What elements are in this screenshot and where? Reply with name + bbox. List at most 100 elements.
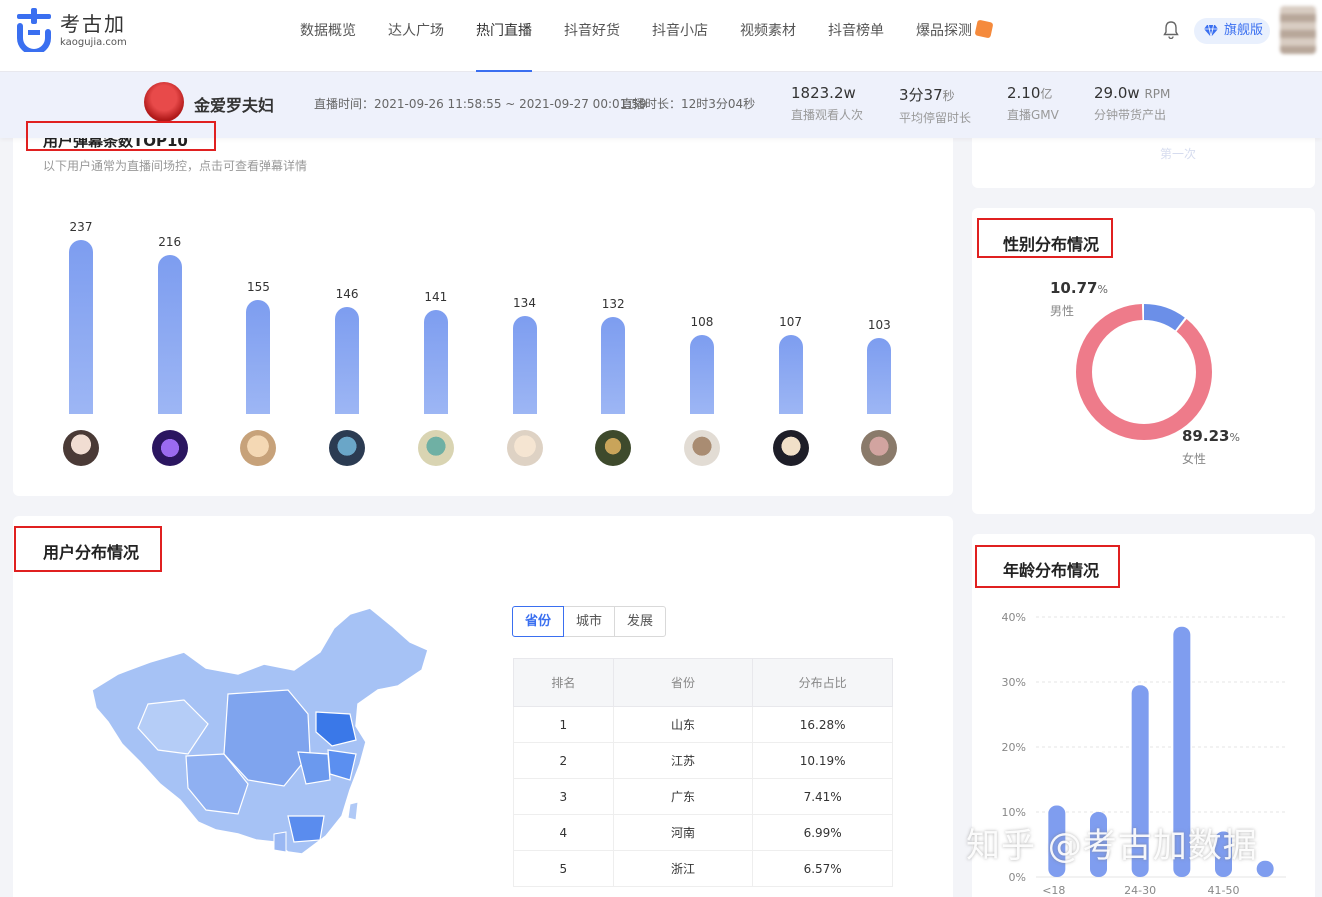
nav-item-rankings[interactable]: 抖音榜单	[828, 0, 884, 72]
stat-avg-stay-value: 3分37秒	[899, 86, 955, 104]
stat-avg-stay-label: 平均停留时长	[899, 111, 972, 125]
gender-male-value: 10.77%	[1050, 279, 1108, 297]
watermark-text: 知乎 @考古加数据	[966, 826, 1258, 866]
nav-item-shops[interactable]: 抖音小店	[652, 0, 708, 72]
tab-development[interactable]: 发展	[614, 606, 667, 637]
age-x-tick: 24-30	[1124, 884, 1156, 897]
highlight-box-danmu	[26, 121, 216, 151]
top-navbar: 考古加 kaogujia.com 数据概览 达人广场 热门直播 抖音好货 抖音小…	[0, 0, 1322, 72]
live-duration: 直播时长：12时3分04秒	[621, 97, 756, 111]
share-cell: 10.19%	[752, 742, 893, 779]
region-table: 排名 省份 分布占比 1 山东 16.28% 2 江苏 10.19% 3 广东 7.41% …	[513, 658, 893, 887]
stat-views-label: 直播观看人次	[791, 108, 864, 122]
danmu-bar-value: 141	[424, 290, 448, 305]
col-share[interactable]: 分布占比	[752, 658, 893, 707]
table-row: 3 广东 7.41%	[513, 778, 893, 815]
hot-badge-icon	[974, 19, 994, 39]
danmu-user-avatar[interactable]	[506, 430, 543, 466]
highlight-box-age	[975, 545, 1120, 588]
danmu-bar[interactable]	[601, 317, 626, 414]
nav-item-overview[interactable]: 数据概览	[300, 0, 356, 72]
danmu-bar[interactable]	[246, 300, 271, 414]
region-tabs: 省份 城市 发展	[512, 606, 667, 637]
danmu-user-avatar[interactable]	[683, 430, 720, 466]
host-name[interactable]: 金爱罗夫妇	[194, 92, 274, 116]
age-x-tick: 41-50	[1208, 884, 1240, 897]
danmu-user-avatar[interactable]	[151, 430, 188, 466]
col-rank[interactable]: 排名	[513, 658, 614, 707]
stat-views-value: 1823.2w	[791, 84, 856, 102]
danmu-bar[interactable]	[867, 338, 892, 414]
rank-cell: 4	[513, 814, 614, 851]
bell-icon[interactable]	[1163, 21, 1179, 39]
danmu-bar[interactable]	[778, 335, 803, 414]
tab-city[interactable]: 城市	[563, 606, 616, 637]
danmu-user-avatar[interactable]	[329, 430, 366, 466]
nav-item-hot-products-label: 爆品探测	[916, 23, 972, 39]
danmu-bar-value: 134	[513, 295, 536, 310]
live-time-range: 直播时间：2021-09-26 11:58:55 ~ 2021-09-27 00…	[314, 97, 647, 111]
danmu-bar[interactable]	[423, 310, 448, 414]
vip-label: 旗舰版	[1224, 23, 1264, 38]
danmu-bar[interactable]	[689, 334, 714, 414]
stat-gmv-label: 直播GMV	[1007, 108, 1059, 122]
stat-gmv: 2.10亿 直播GMV	[1007, 84, 1059, 123]
danmu-bar-value: 146	[335, 286, 359, 301]
col-province[interactable]: 省份	[612, 658, 754, 707]
stat-rpm-label: 分钟带货产出	[1094, 108, 1167, 122]
nav-item-influencers[interactable]: 达人广场	[388, 0, 444, 72]
user-avatar[interactable]	[1280, 6, 1316, 54]
danmu-bar[interactable]	[157, 255, 182, 414]
host-avatar[interactable]	[144, 82, 184, 122]
nav-item-good-products[interactable]: 抖音好货	[564, 0, 620, 72]
stat-avg-stay: 3分37秒 平均停留时长	[899, 84, 971, 126]
danmu-subtitle: 以下用户通常为直播间场控，点击可查看弹幕详情	[43, 159, 308, 173]
table-row: 5 浙江 6.57%	[513, 850, 893, 887]
gender-slice-女性[interactable]	[1076, 304, 1212, 440]
age-y-tick: 30%	[1002, 676, 1026, 689]
danmu-user-avatar[interactable]	[595, 430, 632, 466]
tab-province[interactable]: 省份	[512, 606, 565, 637]
gender-male-label: 男性	[1050, 304, 1075, 318]
highlight-box-region	[14, 526, 162, 572]
logo-domain: kaogujia.com	[60, 37, 127, 48]
vip-badge[interactable]: 旗舰版	[1194, 18, 1270, 44]
danmu-user-avatar[interactable]	[63, 430, 99, 466]
nav-item-video-material[interactable]: 视频素材	[740, 0, 796, 72]
danmu-bar[interactable]	[512, 315, 537, 414]
share-cell: 7.41%	[752, 778, 893, 815]
main-nav: 数据概览 达人广场 热门直播 抖音好货 抖音小店 视频素材 抖音榜单 爆品探测	[300, 0, 1024, 72]
province-cell: 江苏	[612, 742, 754, 779]
table-row: 4 河南 6.99%	[513, 814, 893, 851]
logo-icon	[17, 8, 51, 52]
nav-item-hot-live[interactable]: 热门直播	[476, 0, 532, 72]
age-y-tick: 0%	[1009, 871, 1026, 884]
rank-cell: 2	[513, 742, 614, 779]
table-header-row: 排名 省份 分布占比	[513, 658, 893, 707]
china-map	[91, 607, 429, 855]
diamond-icon	[1204, 24, 1218, 38]
gender-female-label: 女性	[1182, 452, 1207, 466]
danmu-bar-value: 103	[867, 318, 891, 333]
province-cell: 浙江	[612, 850, 754, 887]
logo-text: 考古加	[60, 12, 126, 36]
share-cell: 6.57%	[752, 850, 893, 887]
province-cell: 山东	[612, 706, 754, 743]
danmu-user-avatar[interactable]	[772, 430, 809, 466]
danmu-bar-value: 155	[246, 280, 270, 295]
rank-cell: 1	[513, 706, 614, 743]
logo[interactable]: 考古加 kaogujia.com	[14, 8, 127, 52]
highlight-box-gender	[977, 218, 1113, 258]
share-cell: 6.99%	[752, 814, 893, 851]
danmu-bar-value: 108	[690, 314, 714, 329]
stat-views: 1823.2w 直播观看人次	[791, 84, 863, 123]
first-time-hint: 第一次	[1160, 147, 1197, 161]
nav-item-hot-products[interactable]: 爆品探测	[916, 0, 994, 72]
stat-gmv-value: 2.10亿	[1007, 84, 1053, 102]
danmu-bar[interactable]	[69, 240, 93, 414]
danmu-bar[interactable]	[335, 306, 360, 414]
province-cell: 广东	[612, 778, 754, 815]
danmu-user-avatar[interactable]	[417, 430, 454, 466]
age-bar[interactable]	[1256, 860, 1274, 877]
age-x-tick: <18	[1042, 884, 1065, 897]
